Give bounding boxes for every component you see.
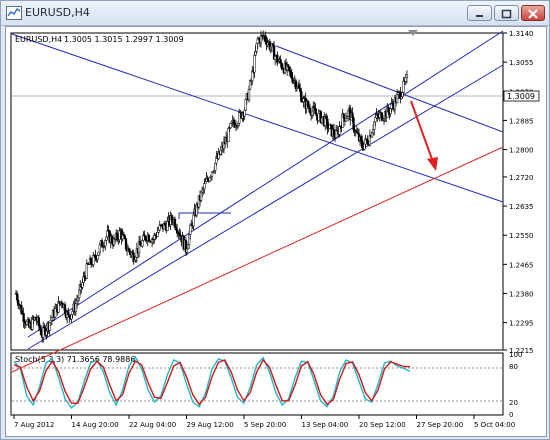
title-bar[interactable]: EURUSD,H4 xyxy=(1,1,549,26)
price-tick-label: 1.2465 xyxy=(509,261,534,269)
stoch-tick-label: 100 xyxy=(509,351,522,359)
price-tick-label: 1.2550 xyxy=(509,232,534,240)
time-tick-label: 29 Aug 12:00 xyxy=(187,421,234,429)
price-tick-label: 1.2295 xyxy=(509,320,534,328)
candle xyxy=(227,126,230,143)
stoch-tick-label: 80 xyxy=(509,363,518,371)
window-title: EURUSD,H4 xyxy=(25,6,90,19)
price-tick-label: 1.2380 xyxy=(509,290,534,298)
candle xyxy=(363,143,366,151)
price-tick-label: 1.2800 xyxy=(509,147,534,155)
stoch-label: Stoch(5,3,3) 71.3656 78.9886 xyxy=(15,355,135,364)
maximize-button[interactable] xyxy=(494,5,519,21)
time-tick-label: 13 Sep 04:00 xyxy=(302,421,349,429)
price-tick-label: 1.3055 xyxy=(509,59,534,67)
price-panel-frame xyxy=(10,32,504,351)
maximize-icon xyxy=(501,9,512,19)
minimize-button[interactable] xyxy=(467,5,492,21)
price-tick-label: 1.2635 xyxy=(509,203,534,211)
time-tick-label: 5 Oct 04:00 xyxy=(474,421,515,429)
time-tick-label: 27 Sep 20:00 xyxy=(417,421,464,429)
chart-symbol-label: EURUSD,H4 xyxy=(15,35,62,44)
time-tick-label: 5 Sep 20:00 xyxy=(244,421,286,429)
time-axis: 7 Aug 2012 14 Aug 20:00 22 Aug 04:00 29 Aug… xyxy=(13,415,515,429)
stoch-tick-label: 20 xyxy=(509,399,518,407)
candle xyxy=(244,98,247,112)
time-tick-label: 14 Aug 20:00 xyxy=(72,421,119,429)
close-icon xyxy=(528,9,538,19)
price-tick-label: 1.3140 xyxy=(509,30,534,38)
price-tick-label: 1.2885 xyxy=(509,117,534,125)
stoch-axis: 100 80 20 0 xyxy=(509,351,522,419)
current-price-label: 1.3009 xyxy=(507,92,535,101)
candle xyxy=(97,251,100,256)
time-tick-label: 7 Aug 2012 xyxy=(14,421,54,429)
ohlc-label: 1.3005 1.3015 1.2997 1.3009 xyxy=(64,35,184,44)
close-button[interactable] xyxy=(521,5,545,21)
time-tick-label: 22 Aug 04:00 xyxy=(129,421,176,429)
time-tick-label: 20 Sep 12:00 xyxy=(359,421,406,429)
minimize-icon xyxy=(476,15,483,17)
price-tick-label: 1.2720 xyxy=(509,174,534,182)
price-axis: 1.31401.30551.29701.28851.28001.27201.26… xyxy=(503,30,534,355)
stoch-tick-label: 0 xyxy=(509,411,513,419)
chart-area[interactable]: 1.31401.30551.29701.28851.28001.27201.26… xyxy=(5,26,547,437)
chart-app-icon xyxy=(6,6,22,20)
chart-window: EURUSD,H4 1.31401.30551.29701.28851.2800… xyxy=(0,0,550,440)
price-chart[interactable]: 1.31401.30551.29701.28851.28001.27201.26… xyxy=(6,27,546,436)
